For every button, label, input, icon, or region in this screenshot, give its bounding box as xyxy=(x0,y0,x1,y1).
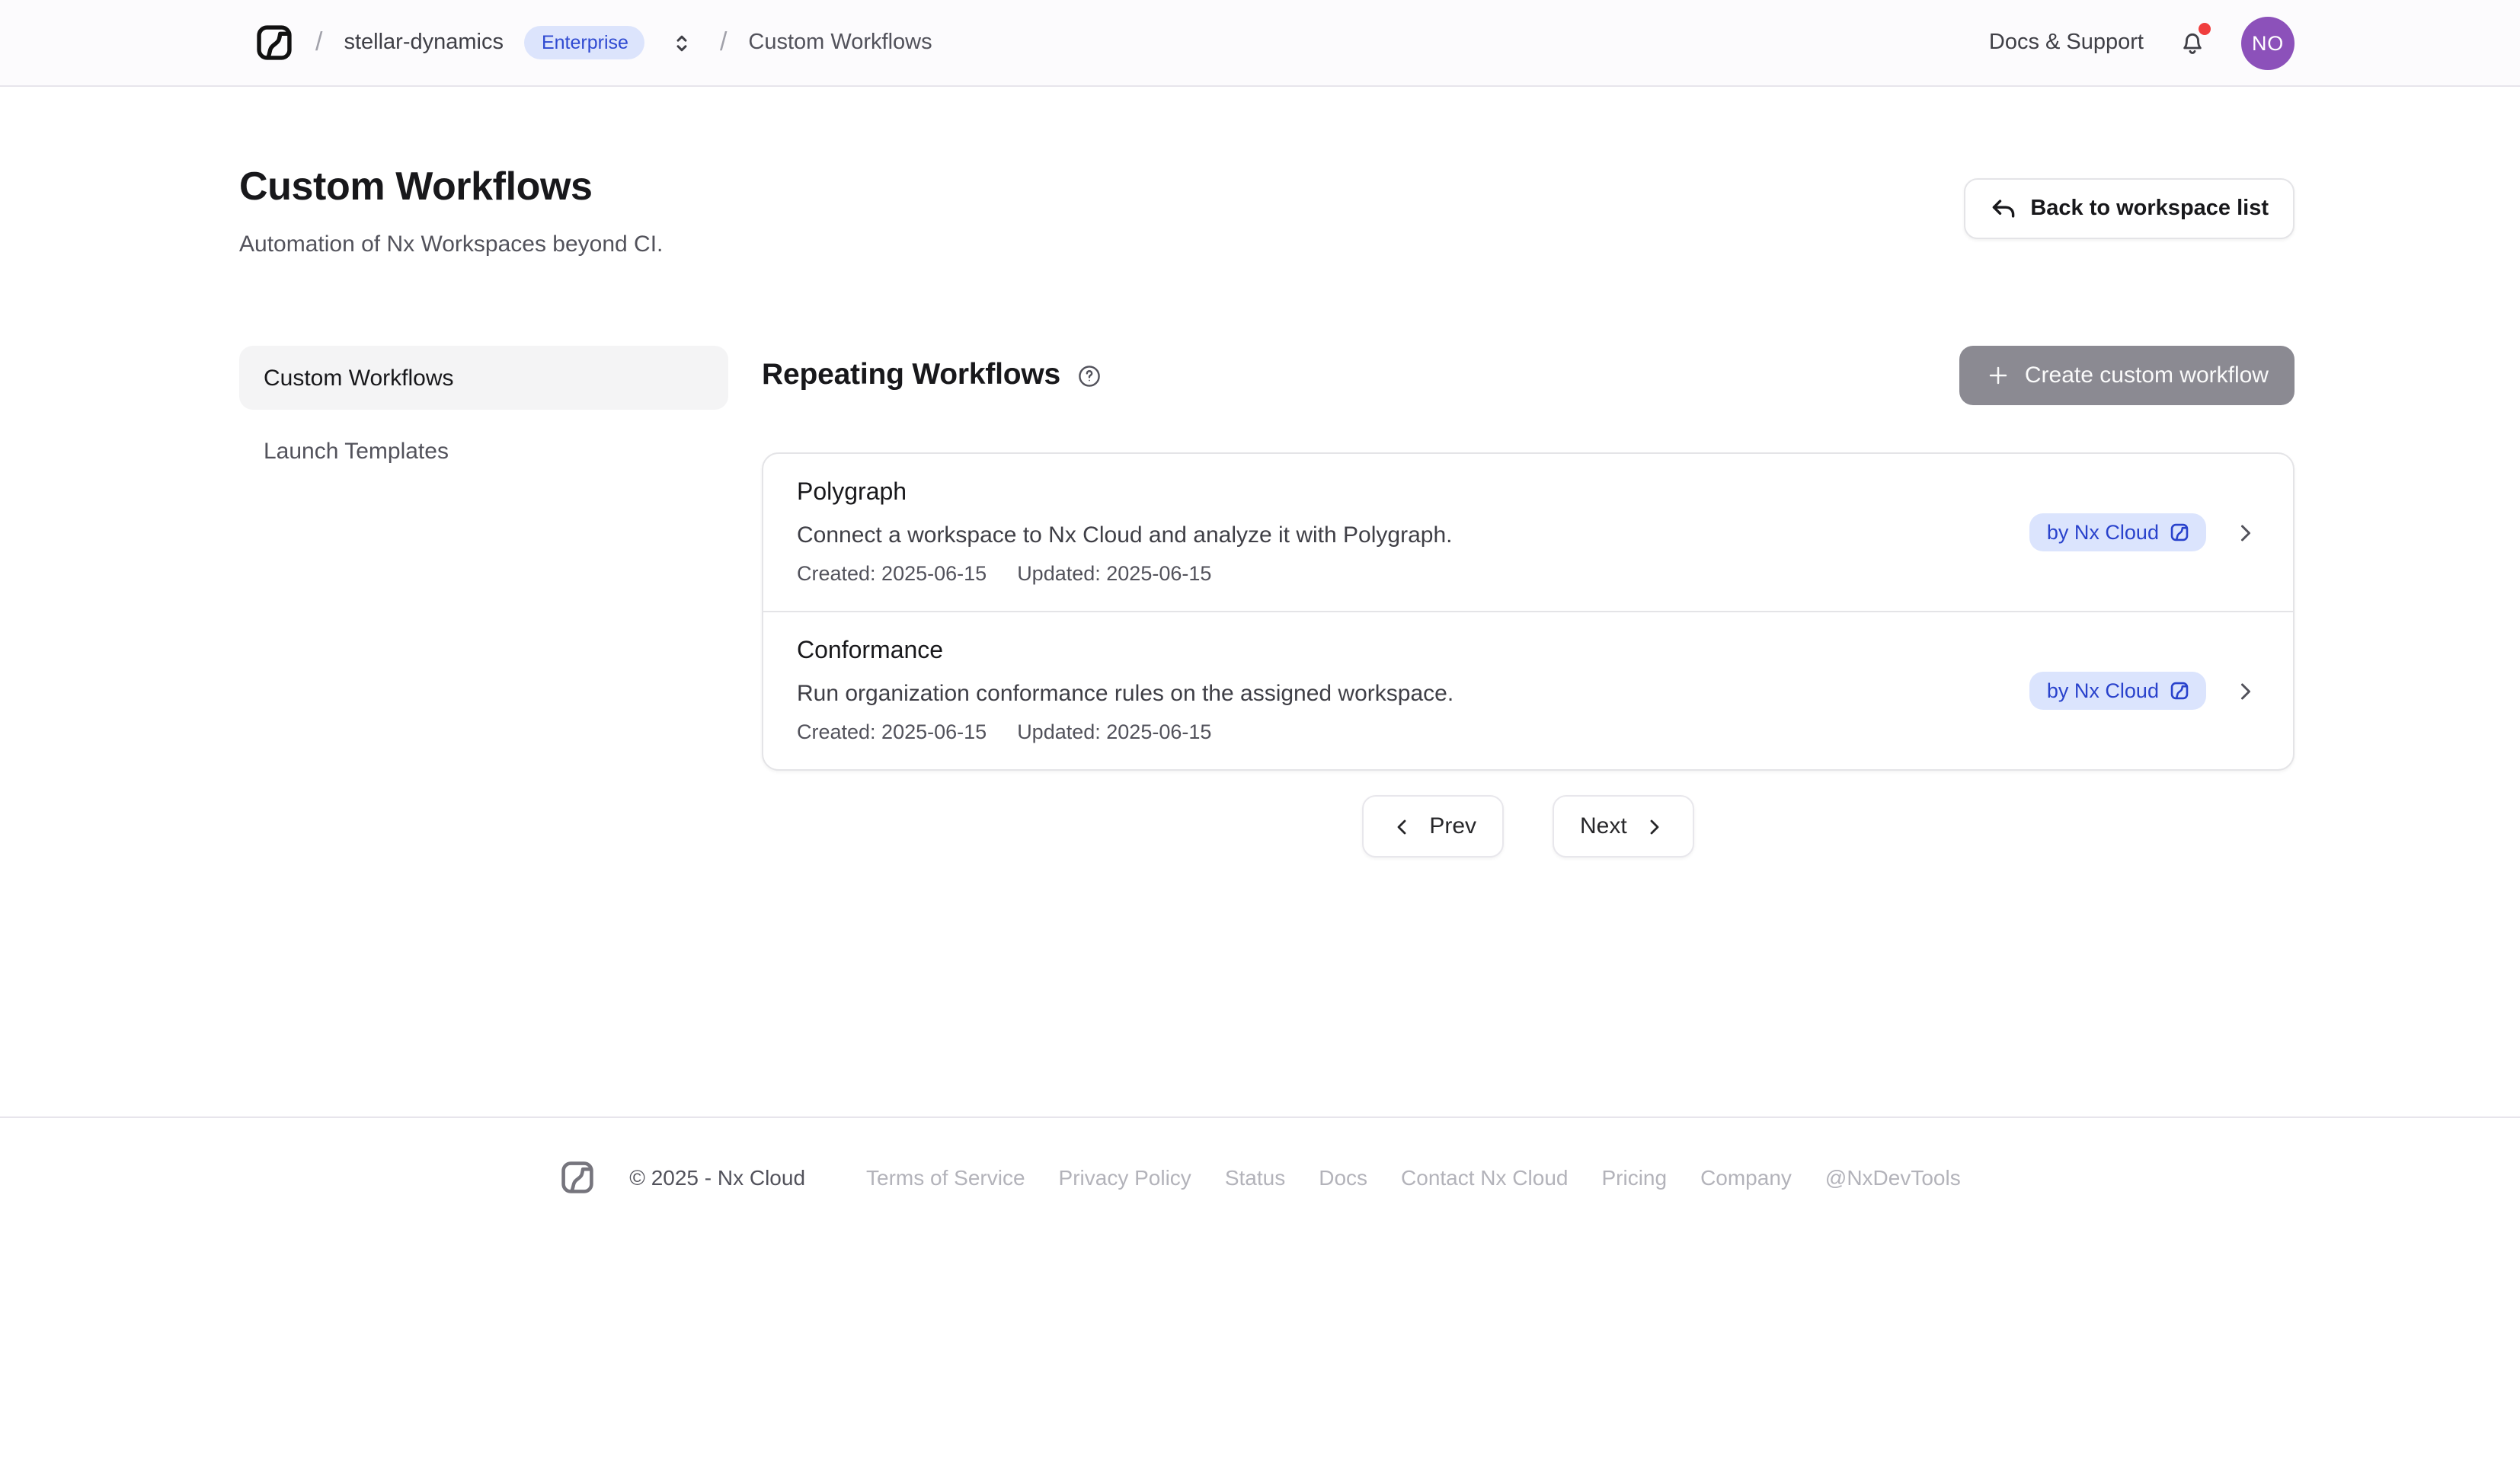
chevron-right-icon xyxy=(1642,814,1667,839)
workflow-name: Conformance xyxy=(797,638,1453,666)
workflow-row-right: by Nx Cloud xyxy=(2030,672,2259,710)
workflow-row-polygraph[interactable]: Polygraph Connect a workspace to Nx Clou… xyxy=(763,454,2293,611)
page-header: Custom Workflows Automation of Nx Worksp… xyxy=(239,163,2295,257)
notifications-bell-icon[interactable] xyxy=(2177,27,2208,58)
badge-label: by Nx Cloud xyxy=(2047,679,2159,702)
workflow-updated: Updated: 2025-06-15 xyxy=(1017,562,1211,585)
workflow-name: Polygraph xyxy=(797,480,1452,507)
undo-arrow-icon xyxy=(1989,195,2016,222)
sidebar-item-label: Custom Workflows xyxy=(264,365,454,391)
footer-link-pricing[interactable]: Pricing xyxy=(1601,1165,1667,1190)
create-button-label: Create custom workflow xyxy=(2025,363,2269,388)
footer-link-status[interactable]: Status xyxy=(1225,1165,1285,1190)
workflow-description: Run organization conformance rules on th… xyxy=(797,681,1453,707)
workflows-list-card: Polygraph Connect a workspace to Nx Clou… xyxy=(762,452,2295,771)
sidebar: Custom Workflows Launch Templates xyxy=(239,346,728,858)
workflow-info: Conformance Run organization conformance… xyxy=(797,638,1453,743)
footer-link-terms[interactable]: Terms of Service xyxy=(866,1165,1025,1190)
workflow-description: Connect a workspace to Nx Cloud and anal… xyxy=(797,522,1452,548)
workflow-meta: Created: 2025-06-15 Updated: 2025-06-15 xyxy=(797,562,1452,585)
badge-label: by Nx Cloud xyxy=(2047,521,2159,544)
workflow-updated: Updated: 2025-06-15 xyxy=(1017,720,1211,743)
docs-support-link[interactable]: Docs & Support xyxy=(1989,30,2144,55)
workflow-created: Created: 2025-06-15 xyxy=(797,562,987,585)
prev-page-button[interactable]: Prev xyxy=(1362,795,1504,858)
create-custom-workflow-button[interactable]: Create custom workflow xyxy=(1959,346,2295,405)
chevron-right-icon[interactable] xyxy=(2232,677,2259,704)
workflow-created: Created: 2025-06-15 xyxy=(797,720,987,743)
breadcrumb-workspace[interactable]: stellar-dynamics xyxy=(344,30,504,55)
workflow-row-right: by Nx Cloud xyxy=(2030,513,2259,551)
breadcrumb-current-page: Custom Workflows xyxy=(748,30,932,55)
page-title: Custom Workflows xyxy=(239,163,663,210)
nx-cloud-footer-logo-icon xyxy=(559,1159,596,1196)
footer: © 2025 - Nx Cloud Terms of Service Priva… xyxy=(0,1116,2520,1196)
pagination: Prev Next xyxy=(762,795,2295,858)
footer-link-company[interactable]: Company xyxy=(1700,1165,1792,1190)
next-page-button[interactable]: Next xyxy=(1553,795,1694,858)
prev-label: Prev xyxy=(1429,813,1476,839)
breadcrumb-separator: / xyxy=(720,27,727,58)
chevron-right-icon[interactable] xyxy=(2232,519,2259,546)
back-button-label: Back to workspace list xyxy=(2030,196,2269,221)
top-navigation-bar: / stellar-dynamics Enterprise / Custom W… xyxy=(0,0,2520,87)
back-to-workspace-list-button[interactable]: Back to workspace list xyxy=(1963,178,2295,239)
footer-link-docs[interactable]: Docs xyxy=(1319,1165,1367,1190)
topbar-actions: Docs & Support NO xyxy=(1989,16,2295,69)
by-nx-cloud-badge[interactable]: by Nx Cloud xyxy=(2030,672,2206,710)
plus-icon xyxy=(1985,363,2011,388)
user-avatar[interactable]: NO xyxy=(2241,16,2295,69)
notification-dot xyxy=(2199,23,2211,35)
breadcrumb: / stellar-dynamics Enterprise / Custom W… xyxy=(254,23,932,62)
nx-cloud-mini-logo-icon xyxy=(2170,681,2189,701)
page-content: Custom Workflows Automation of Nx Worksp… xyxy=(0,87,2520,1116)
copyright-text: © 2025 - Nx Cloud xyxy=(629,1165,805,1190)
footer-link-nxdevtools[interactable]: @NxDevTools xyxy=(1825,1165,1961,1190)
sidebar-item-custom-workflows[interactable]: Custom Workflows xyxy=(239,346,728,410)
footer-link-privacy[interactable]: Privacy Policy xyxy=(1059,1165,1191,1190)
workflow-info: Polygraph Connect a workspace to Nx Clou… xyxy=(797,480,1452,585)
breadcrumb-separator: / xyxy=(315,27,322,58)
footer-link-contact[interactable]: Contact Nx Cloud xyxy=(1401,1165,1568,1190)
body-row: Custom Workflows Launch Templates Repeat… xyxy=(239,346,2295,858)
page-subtitle: Automation of Nx Workspaces beyond CI. xyxy=(239,232,663,257)
next-label: Next xyxy=(1580,813,1627,839)
workspace-switcher-chevrons-icon[interactable] xyxy=(670,30,696,56)
sidebar-item-launch-templates[interactable]: Launch Templates xyxy=(239,419,728,483)
workflow-meta: Created: 2025-06-15 Updated: 2025-06-15 xyxy=(797,720,1453,743)
enterprise-plan-badge[interactable]: Enterprise xyxy=(525,26,645,59)
section-header: Repeating Workflows xyxy=(762,346,2295,405)
nx-cloud-mini-logo-icon xyxy=(2170,522,2189,542)
app-viewport: / stellar-dynamics Enterprise / Custom W… xyxy=(0,0,2520,1479)
by-nx-cloud-badge[interactable]: by Nx Cloud xyxy=(2030,513,2206,551)
repeating-workflows-panel: Repeating Workflows xyxy=(762,346,2295,858)
section-title: Repeating Workflows xyxy=(762,358,1060,393)
chevron-left-icon xyxy=(1390,814,1414,839)
help-circle-icon[interactable] xyxy=(1076,362,1103,389)
nx-cloud-logo-icon[interactable] xyxy=(254,23,294,62)
sidebar-item-label: Launch Templates xyxy=(264,438,449,464)
workflow-row-conformance[interactable]: Conformance Run organization conformance… xyxy=(763,611,2293,769)
